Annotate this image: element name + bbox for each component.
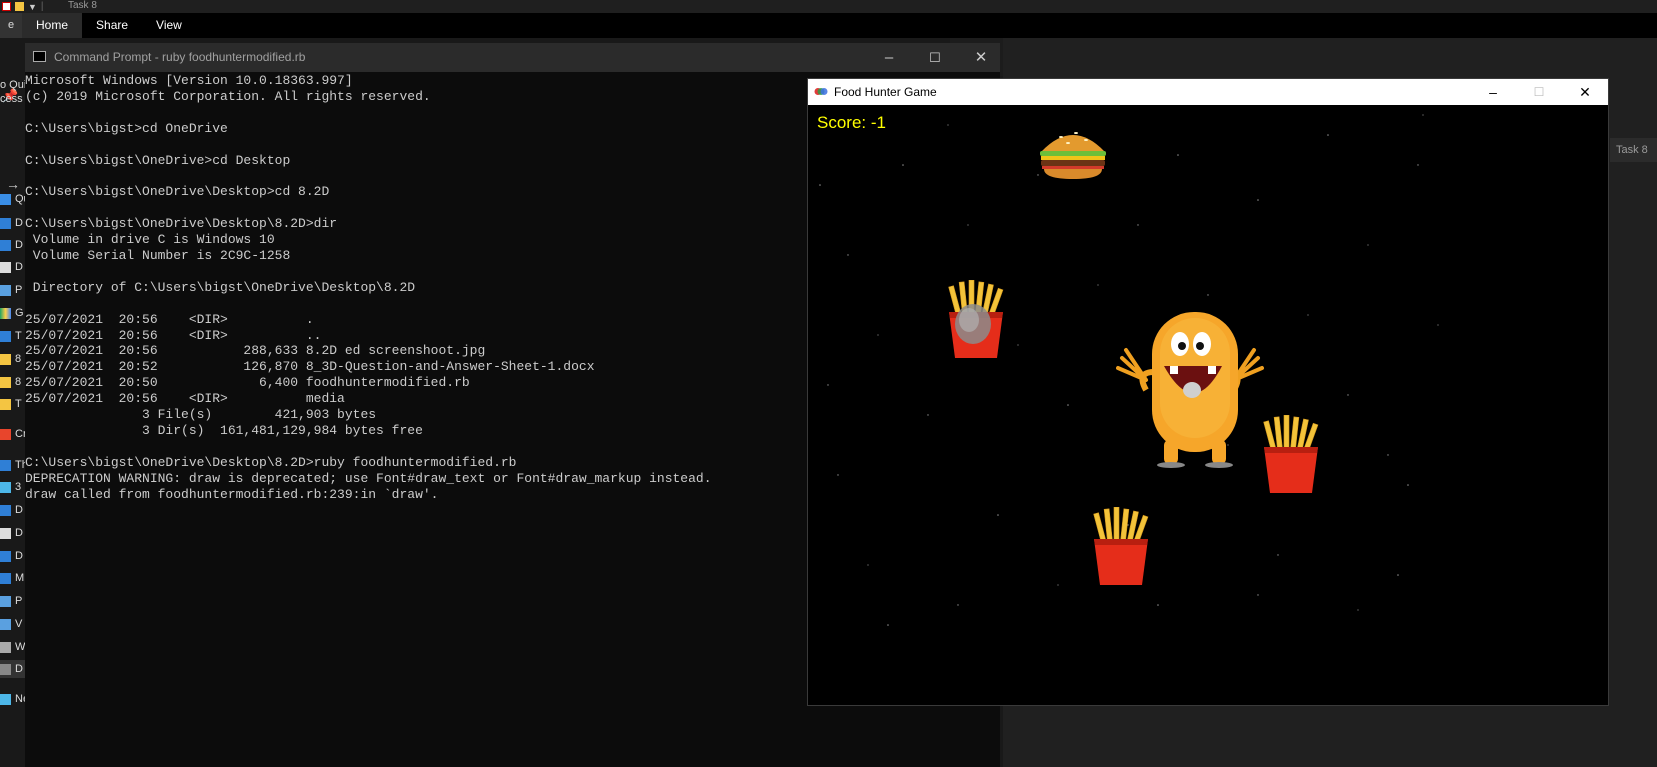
cmd-app-icon	[33, 51, 46, 62]
sidebar-item-drive-d[interactable]: D	[0, 660, 25, 678]
sidebar-item-documents-2[interactable]: D	[0, 524, 25, 542]
explorer-titlebar: ▼ | Task 8	[0, 0, 1657, 13]
cmd-titlebar[interactable]: Command Prompt - ruby foodhuntermodified…	[25, 43, 1000, 72]
sidebar-item-8a[interactable]: 8	[0, 350, 25, 368]
sidebar-item-creative-cloud[interactable]: Cre	[0, 425, 25, 443]
music-icon	[0, 572, 11, 584]
tab-home[interactable]: Home	[22, 13, 83, 38]
ribbon-tabs: e Home Share View	[0, 13, 1657, 38]
download-icon	[0, 550, 11, 562]
tab-file[interactable]: e	[0, 13, 22, 38]
burger-icon	[1040, 132, 1106, 179]
network-icon	[0, 693, 11, 705]
folder-icon	[0, 376, 11, 388]
sidebar-item-windows-drive[interactable]: W	[0, 638, 25, 656]
close-button[interactable]: ✕	[958, 43, 1004, 72]
gosu-app-icon	[814, 88, 828, 95]
sidebar-item-google-drive[interactable]: G	[0, 304, 25, 322]
picture-icon	[0, 595, 11, 607]
maximize-button[interactable]: ☐	[912, 43, 958, 72]
explorer-window-title: Task 8	[68, 0, 97, 11]
sidebar-item-desktop-2[interactable]: D	[0, 501, 25, 519]
sidebar-item-task[interactable]: T	[0, 395, 25, 413]
game-close-button[interactable]: ✕	[1562, 79, 1608, 105]
customize-toolbar-icon[interactable]: ▼	[28, 2, 37, 12]
game-minimize-button[interactable]: –	[1470, 79, 1516, 105]
desktop-icon	[0, 217, 11, 229]
sidebar-item-8b[interactable]: 8	[0, 373, 25, 391]
sidebar-item-downloads-2[interactable]: D	[0, 547, 25, 565]
sidebar-item-this-pc[interactable]: Thi	[0, 456, 25, 474]
sidebar-item-documents[interactable]: D	[0, 258, 25, 276]
navigation-pane: 📌 o Qui cess → Qu D D D P G T 8 8 T Cre …	[0, 38, 25, 767]
monitor-icon	[0, 330, 11, 342]
cmd-window-title: Command Prompt - ruby foodhuntermodified…	[54, 50, 306, 64]
properties-icon[interactable]	[2, 2, 11, 11]
sidebar-item-3d-objects[interactable]: 3	[0, 478, 25, 496]
folder-icon	[0, 353, 11, 365]
document-icon	[0, 527, 11, 539]
sidebar-item-videos[interactable]: V	[0, 615, 25, 633]
search-input[interactable]: Task 8	[1610, 138, 1657, 162]
game-titlebar[interactable]: Food Hunter Game – ☐ ✕	[808, 79, 1608, 105]
computer-icon	[0, 459, 11, 471]
google-drive-icon	[0, 307, 11, 319]
download-icon	[0, 239, 11, 251]
folder-icon[interactable]	[15, 2, 24, 11]
score-display: Score: -1	[817, 113, 886, 132]
sidebar-item-desktop[interactable]: D	[0, 214, 25, 232]
game-canvas[interactable]: Score: -1	[808, 105, 1608, 705]
sidebar-item-downloads[interactable]: D	[0, 236, 25, 254]
video-icon	[0, 618, 11, 630]
fries-icon	[1093, 507, 1149, 585]
tab-share[interactable]: Share	[82, 13, 142, 38]
monster-player[interactable]	[1116, 310, 1266, 470]
folder-icon	[0, 398, 11, 410]
minimize-button[interactable]: –	[866, 43, 912, 72]
tab-view[interactable]: View	[142, 13, 196, 38]
fries-icon	[1263, 415, 1319, 493]
star-icon	[0, 193, 11, 205]
drive-icon	[0, 663, 11, 675]
sidebar-item-pictures[interactable]: P	[0, 281, 25, 299]
sidebar-item-network[interactable]: Ne	[0, 690, 25, 708]
sidebar-item-pictures-2[interactable]: P	[0, 592, 25, 610]
game-window-title: Food Hunter Game	[834, 85, 937, 99]
fries-icon	[948, 280, 1004, 358]
document-icon	[0, 261, 11, 273]
nav-quick-access-label-2: cess	[0, 93, 23, 105]
creative-cloud-icon	[0, 428, 11, 440]
cube-icon	[0, 481, 11, 493]
picture-icon	[0, 284, 11, 296]
sidebar-item-t[interactable]: T	[0, 327, 25, 345]
quick-access-toolbar: ▼ |	[2, 0, 44, 13]
desktop-icon	[0, 504, 11, 516]
drive-icon	[0, 641, 11, 653]
divider: |	[40, 1, 44, 12]
sidebar-item-music[interactable]: M	[0, 569, 25, 587]
sidebar-item-quick[interactable]: Qu	[0, 190, 25, 208]
game-window[interactable]: Food Hunter Game – ☐ ✕ Score: -1	[808, 79, 1608, 705]
game-maximize-button: ☐	[1533, 85, 1545, 99]
